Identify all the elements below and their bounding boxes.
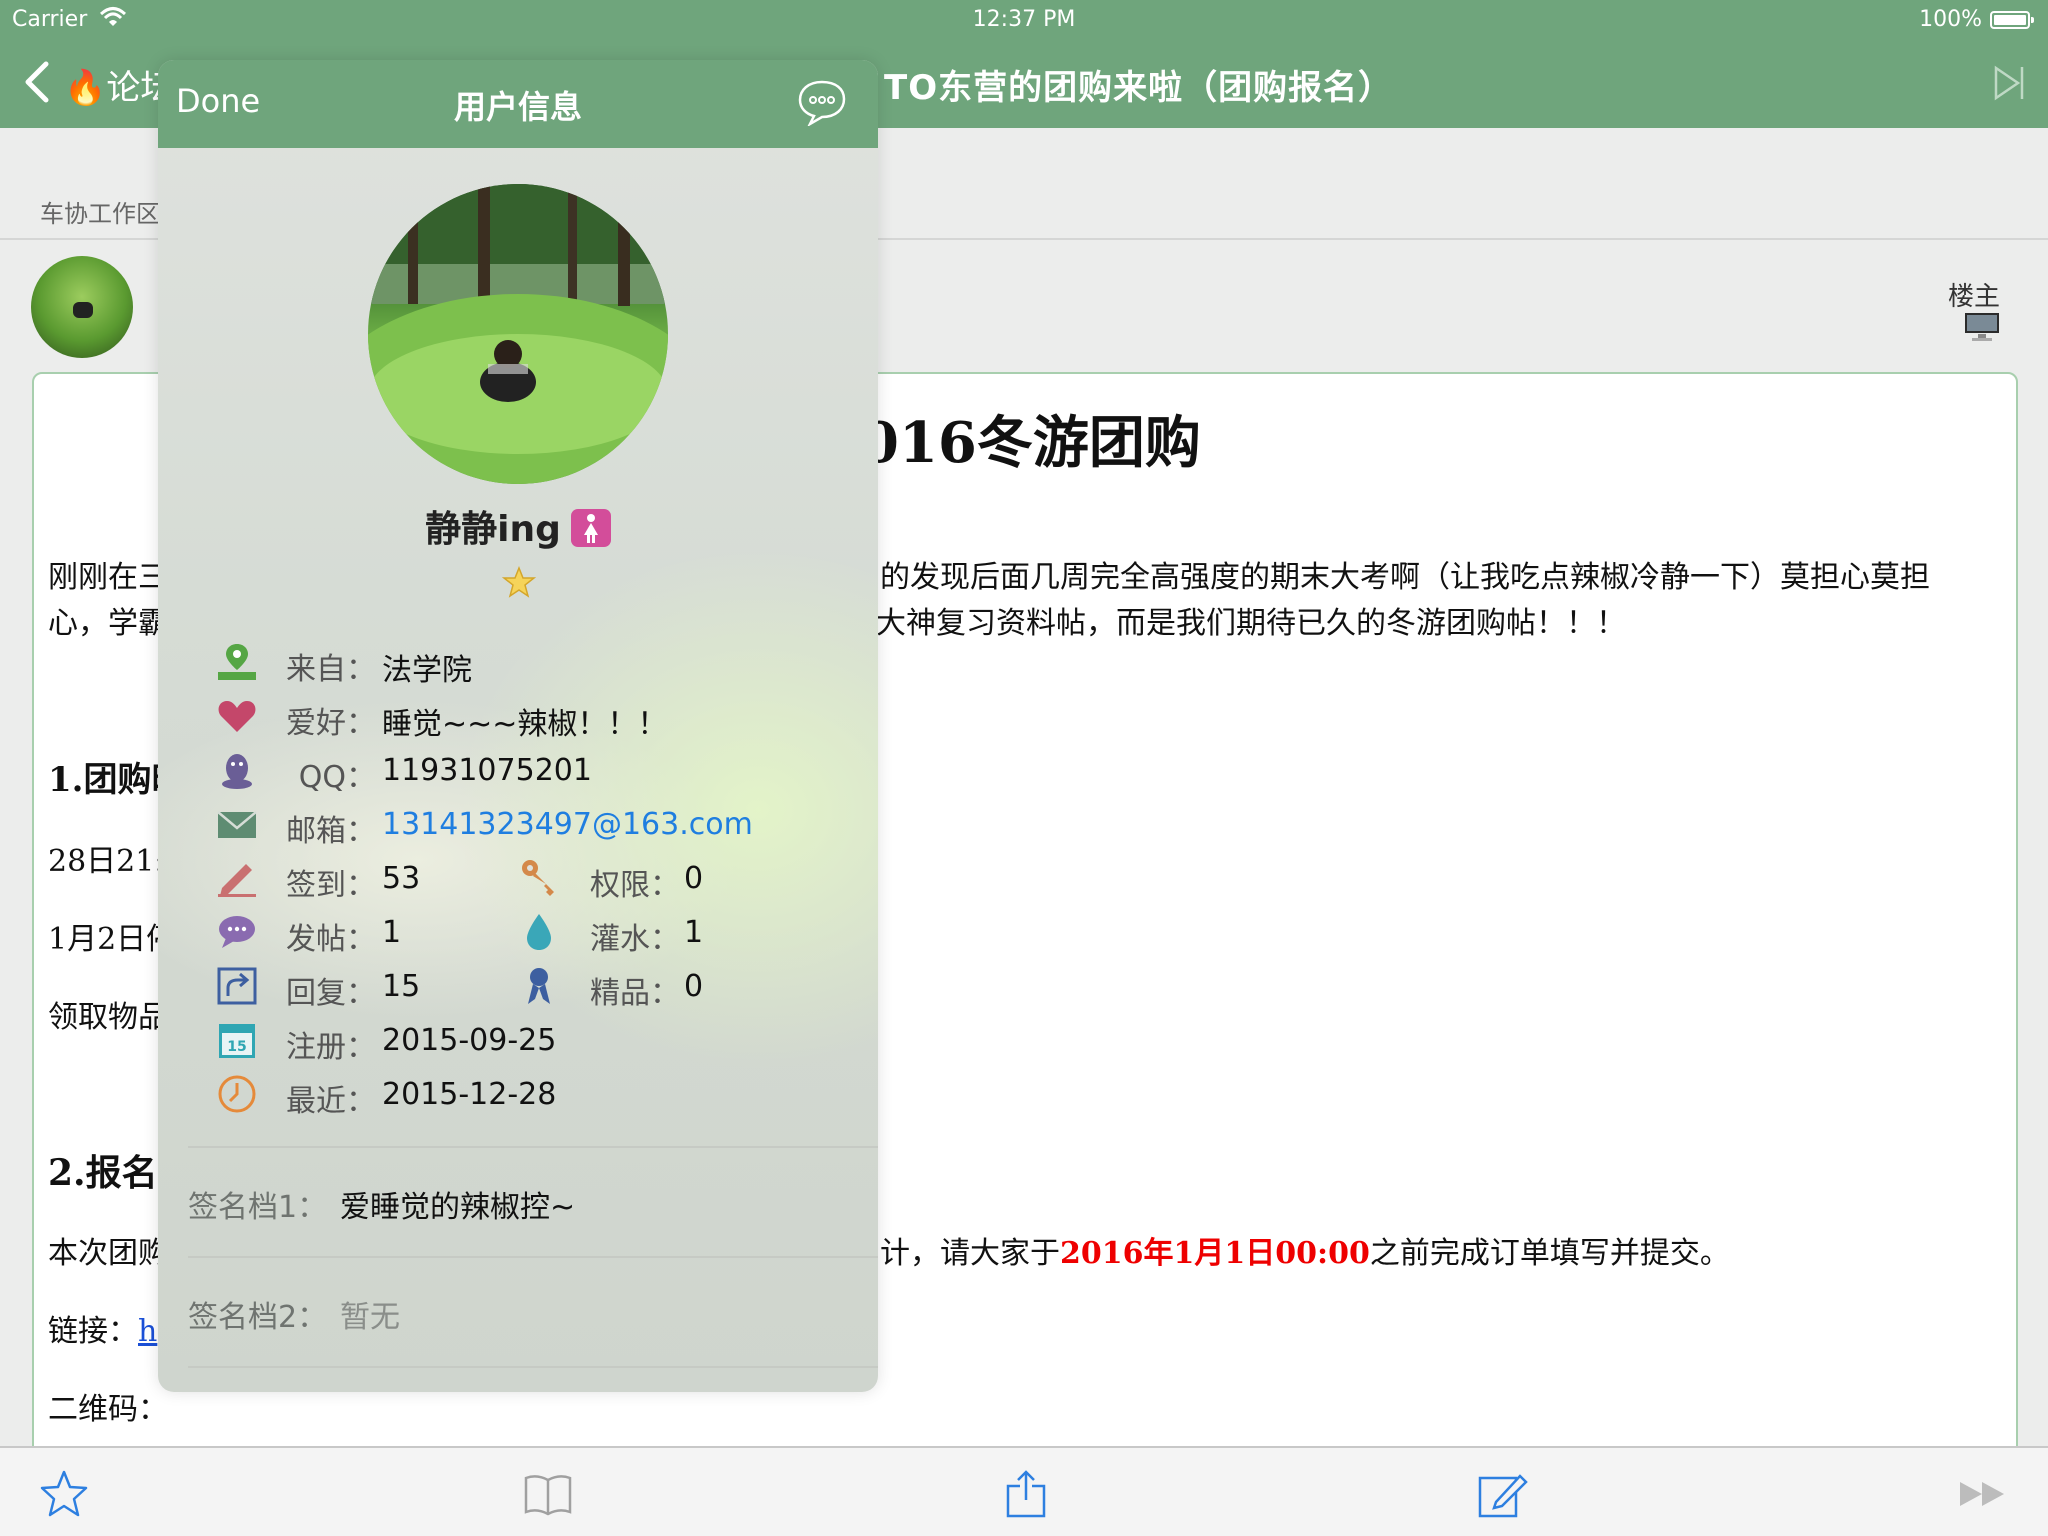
post-section-heading: 2.报名 xyxy=(48,1152,158,1194)
fast-forward-icon[interactable] xyxy=(1956,1468,2008,1520)
female-gender-icon xyxy=(570,509,611,547)
status-bar: Carrier 12:37 PM 100% xyxy=(0,0,2048,40)
info-row-posts: 发帖： 1 灌水： 1 xyxy=(216,912,856,957)
post-text: 1月2日停 xyxy=(48,922,177,957)
post-text: 心，学霸 xyxy=(48,606,168,641)
info-value: 2015-12-28 xyxy=(382,1077,557,1112)
info-row-from: 来自： 法学院 xyxy=(216,642,856,688)
author-avatar[interactable] xyxy=(31,256,133,358)
signature1-label: 签名档1： xyxy=(188,1190,328,1225)
popover-title: 用户信息 xyxy=(453,88,582,126)
info-label: 灌水： xyxy=(590,922,680,957)
message-bubble-icon[interactable] xyxy=(796,78,848,126)
divider xyxy=(188,1146,878,1148)
divider xyxy=(188,1366,878,1368)
pencil-icon xyxy=(218,864,256,897)
book-icon[interactable] xyxy=(522,1468,574,1520)
info-label: 爱好： xyxy=(286,706,376,741)
post-text: 的发现后面几周完全高强度的期末大考啊（让我吃点辣椒冷静一下）莫担心莫担 xyxy=(880,560,1930,595)
info-row-register: 15 注册： 2015-09-25 xyxy=(216,1020,856,1065)
divider xyxy=(188,1256,878,1258)
post-text: 链接： xyxy=(48,1314,138,1349)
qq-penguin-icon xyxy=(222,754,252,789)
desktop-computer-icon xyxy=(1965,313,1999,341)
share-icon[interactable] xyxy=(1000,1468,1052,1520)
info-value: 法学院 xyxy=(382,653,472,688)
thread-title: TO东营的团购来啦（团购报名） xyxy=(884,68,1394,108)
svg-text:15: 15 xyxy=(227,1039,246,1055)
ribbon-icon xyxy=(528,968,550,1004)
avatar-photo xyxy=(368,184,668,484)
info-label: 回复： xyxy=(286,976,376,1011)
info-value: 0 xyxy=(684,861,704,896)
info-value: 0 xyxy=(684,969,704,1004)
location-pin-icon xyxy=(218,644,256,680)
info-label: 邮箱： xyxy=(286,814,376,849)
key-icon xyxy=(522,860,554,896)
signature2-value: 暂无 xyxy=(340,1300,400,1335)
info-label: 精品： xyxy=(590,976,680,1011)
post-text: 刚刚在三 xyxy=(48,560,168,595)
star-icon[interactable] xyxy=(38,1468,90,1520)
info-label: QQ： xyxy=(298,760,376,795)
info-row-checkin: 签到： 53 权限： 0 xyxy=(216,858,856,903)
info-value: 53 xyxy=(382,861,421,896)
info-label: 权限： xyxy=(590,868,680,903)
post-link[interactable]: h xyxy=(138,1314,157,1349)
info-row-email: 邮箱： 13141323497@163.com xyxy=(216,804,856,849)
info-row-qq: QQ： 11931075201 xyxy=(216,750,856,795)
reply-arrow-icon xyxy=(217,967,257,1005)
info-label: 来自： xyxy=(286,652,376,687)
info-label: 注册： xyxy=(286,1030,376,1065)
battery-icon xyxy=(1990,11,2034,29)
email-link[interactable]: 13141323497@163.com xyxy=(382,807,753,842)
info-value: 1 xyxy=(382,915,402,950)
post-link-line: 链接：h xyxy=(48,1306,157,1350)
deadline-highlight: 2016年1月1日00:00 xyxy=(1060,1236,1370,1271)
floor-label: 楼主 xyxy=(1948,282,2001,312)
post-text: 领取物品 xyxy=(48,1000,168,1035)
info-row-hobby: 爱好： 睡觉~~~辣椒！！！ xyxy=(216,696,856,742)
heart-icon xyxy=(218,701,256,732)
post-heading: 016冬游团购 xyxy=(860,410,1201,476)
info-value: 15 xyxy=(382,969,421,1004)
bottom-toolbar xyxy=(0,1446,2048,1536)
calendar-icon: 15 xyxy=(219,1024,255,1058)
speech-bubble-icon xyxy=(219,916,255,948)
signature2-label: 签名档2： xyxy=(188,1300,328,1335)
user-info-popover: Done 用户信息 静静ing 来自： 法学院 爱好： 睡觉~~~辣椒！！！ Q… xyxy=(158,60,878,1392)
water-drop-icon xyxy=(527,914,551,950)
info-row-replies: 回复： 15 精品： 0 xyxy=(216,966,856,1011)
info-value: 睡觉~~~辣椒！！！ xyxy=(382,707,668,742)
info-label: 发帖： xyxy=(286,922,376,957)
clock: 12:37 PM xyxy=(972,7,1076,32)
compose-icon[interactable] xyxy=(1476,1468,1528,1520)
popover-header: Done 用户信息 xyxy=(158,60,878,148)
info-value: 1 xyxy=(684,915,704,950)
post-text: 本次团购 xyxy=(48,1236,168,1271)
username: 静静ing xyxy=(158,500,878,552)
post-deadline-text: 计，请大家于2016年1月1日00:00之前完成订单填写并提交。 xyxy=(880,1228,1730,1272)
back-chevron-icon[interactable] xyxy=(18,60,58,104)
username-text: 静静ing xyxy=(425,509,561,550)
post-text: 计，请大家于 xyxy=(880,1236,1060,1271)
info-label: 最近： xyxy=(286,1084,376,1119)
skip-to-end-icon[interactable] xyxy=(1992,64,2026,102)
info-value: 11931075201 xyxy=(382,753,592,788)
envelope-icon xyxy=(217,811,257,838)
user-avatar[interactable] xyxy=(368,184,668,484)
post-text: 之前完成订单填写并提交。 xyxy=(1369,1236,1730,1271)
battery-percent: 100% xyxy=(1919,7,1982,32)
breadcrumb[interactable]: 车协工作区 xyxy=(40,194,160,229)
info-row-recent: 最近： 2015-12-28 xyxy=(216,1074,856,1119)
info-value: 2015-09-25 xyxy=(382,1023,557,1058)
rank-star-icon xyxy=(502,566,536,598)
post-text: 二维码： xyxy=(48,1392,168,1427)
post-text: 大神复习资料帖，而是我们期待已久的冬游团购帖！！！ xyxy=(876,606,1626,641)
signature1-value: 爱睡觉的辣椒控~ xyxy=(340,1190,576,1225)
info-label: 签到： xyxy=(286,868,376,903)
clock-icon xyxy=(218,1075,256,1113)
